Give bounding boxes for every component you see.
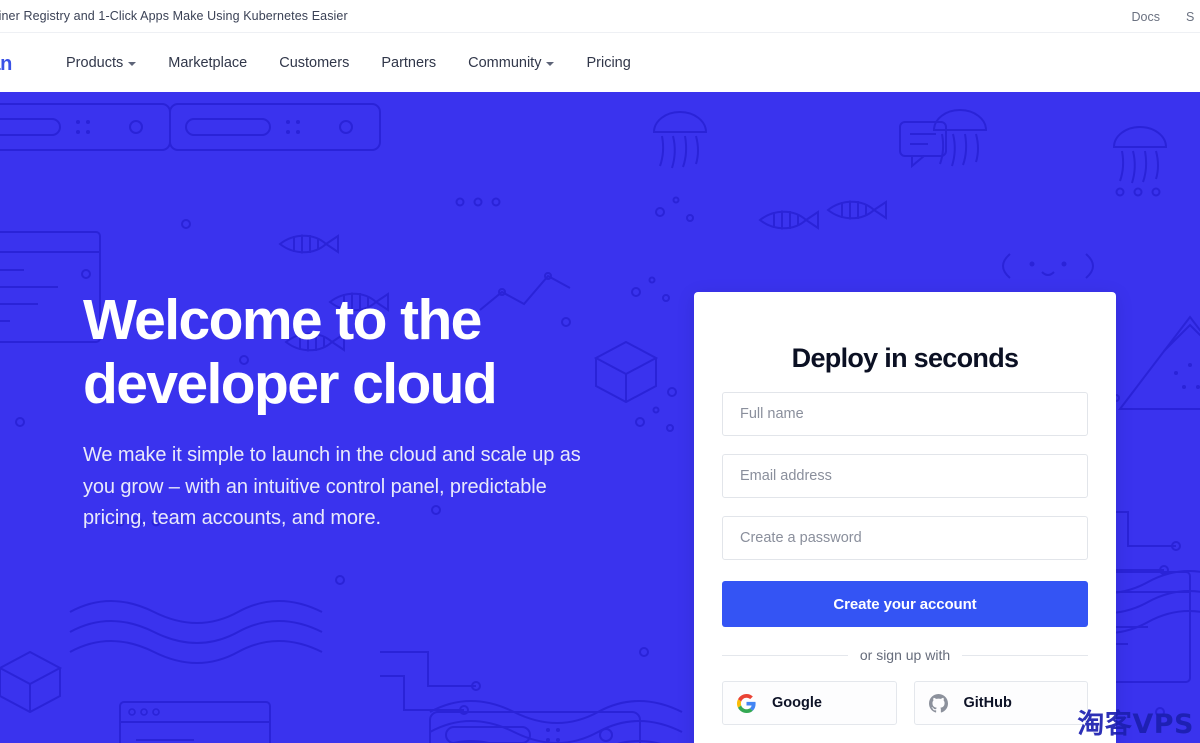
divider-label: or sign up with [859,647,951,663]
hero-section: Welcome to the developer cloud We make i… [0,92,1200,743]
announcement-bar: tainer Registry and 1-Click Apps Make Us… [0,0,1200,33]
chevron-down-icon [128,61,137,66]
nav-item-label: Pricing [586,54,631,71]
github-signup-label: GitHub [963,695,1012,711]
signup-title: Deploy in seconds [791,343,1019,373]
google-icon [737,693,756,713]
github-icon [928,693,948,713]
page-root: tainer Registry and 1-Click Apps Make Us… [0,0,1200,743]
divider-line-right [962,654,1088,656]
full-name-field[interactable] [722,392,1088,436]
password-input[interactable] [738,529,1072,547]
google-signup-label: Google [772,695,822,711]
nav-item-community[interactable]: Community [452,55,570,71]
hero-title-line2: developer cloud [83,352,498,416]
divider-line-left [722,654,848,656]
nav-item-partners[interactable]: Partners [365,55,452,71]
nav-item-label: Products [66,54,124,71]
announcement-link-support[interactable]: S [1186,10,1194,24]
signup-card: Deploy in seconds Create your account or… [694,292,1116,743]
password-field[interactable] [722,516,1088,560]
site-logo[interactable]: DigitalOcean [0,53,12,76]
announcement-links: Docs S [1132,0,1200,33]
nav-links: Products Marketplace Customers Partners … [66,55,647,71]
google-signup-button[interactable]: Google [722,681,897,725]
announcement-link-docs[interactable]: Docs [1132,10,1160,24]
social-signup-row: Google GitHub [722,681,1088,725]
hero-copy: Welcome to the developer cloud We make i… [83,288,603,535]
email-input[interactable] [738,467,1072,485]
create-account-button[interactable]: Create your account [722,581,1088,627]
nav-item-label: Customers [279,54,350,71]
main-navbar: DigitalOcean Products Marketplace Custom… [0,33,1200,92]
nav-item-label: Marketplace [168,54,248,71]
announcement-text: tainer Registry and 1-Click Apps Make Us… [0,9,348,23]
github-signup-button[interactable]: GitHub [913,681,1088,725]
full-name-input[interactable] [738,405,1072,423]
nav-item-products[interactable]: Products [66,55,152,71]
chevron-down-icon [546,61,555,66]
nav-item-pricing[interactable]: Pricing [570,55,646,71]
nav-item-customers[interactable]: Customers [263,55,365,71]
page-title: Welcome to the developer cloud [83,288,603,416]
nav-item-marketplace[interactable]: Marketplace [152,55,263,71]
hero-subtitle: We make it simple to launch in the cloud… [83,444,581,529]
nav-item-label: Partners [381,54,437,71]
signup-divider: or sign up with [722,647,1088,663]
nav-item-label: Community [468,54,542,71]
email-field[interactable] [722,454,1088,498]
hero-title-line1: Welcome to the [83,288,482,352]
